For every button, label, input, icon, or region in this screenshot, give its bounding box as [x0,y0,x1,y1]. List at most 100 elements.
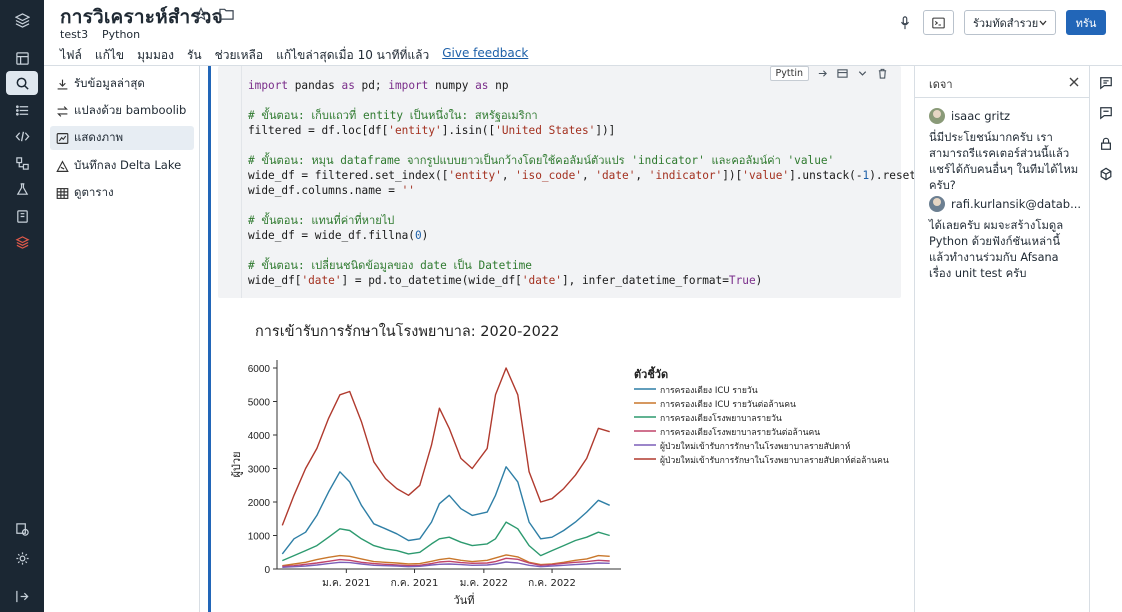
menu-help[interactable]: ช่วยเหลือ [215,46,264,65]
code-token: 0 [414,229,422,242]
code-token: 'value' [742,169,790,182]
pin-icon[interactable] [897,15,913,30]
give-feedback-link[interactable]: Give feedback [442,46,528,65]
menu-view[interactable]: มุมมอง [137,46,174,65]
code-token: pd; [354,79,389,92]
code-line: wide_df = filtered.set_index(['entity', … [248,168,969,183]
sidebar-item-label: แสดงภาพ [74,130,124,144]
sidebar-item-delta-lake[interactable]: บันทึกลง Delta Lake [50,154,194,178]
cell-layout-icon[interactable] [837,68,849,80]
code-token: 'entity' [448,169,502,182]
line-chart: การเข้ารับการรักษาในโรงพยาบาล: 2020-2022… [224,314,914,612]
legend-label: การครองเตียง ICU รายวันต่อล้านคน [660,399,796,410]
comment-author: isaac gritz [951,109,1011,123]
code-token: pandas [288,79,342,92]
code-token: as [475,79,489,92]
y-tick-label: 3000 [248,465,271,476]
data-sidebar: รับข้อมูลล่าสุด แปลงด้วย bamboolib แสดงภ… [44,66,200,612]
x-tick-label: ม.ค. 2022 [460,578,508,589]
y-tick-label: 5000 [248,398,271,409]
variables-icon[interactable] [1099,167,1115,183]
sidebar-item-bamboolib[interactable]: แปลงด้วย bamboolib [50,99,194,123]
cell-run-icon[interactable] [817,68,829,80]
code-editor[interactable]: import pandas as pd; import numpy as np #… [248,78,969,288]
series-line [281,367,610,526]
cell-language-badge[interactable]: Pyttin [769,66,809,81]
menu-edit[interactable]: แก้ไข [95,46,124,65]
code-token: # ขั้นตอน: หมุน dataframe จากรูปแบบยาวเป… [248,154,835,167]
table-icon [56,187,69,199]
code-token: 'entity' [388,124,442,137]
terminal-icon [932,17,945,28]
code-token: 'indicator' [648,169,723,182]
language-badge[interactable]: Python [102,27,140,42]
code-cell[interactable]: import pandas as pd; import numpy as np #… [218,66,969,298]
code-token: # ขั้นตอน: เปลี่ยนชนิดข้อมูลของ date เป็… [248,259,532,272]
notebook-app: การวิเคราะห์สำรวจ test3 Python ไฟล์ แก้ไ… [0,0,1122,612]
code-token: as [341,79,355,92]
code-icon[interactable] [8,124,36,148]
last-edit-link[interactable]: แก้ไขล่าสุดเมื่อ 10 นาทีที่แล้ว [276,46,429,65]
code-token: ])] [595,124,616,137]
experiment-icon[interactable] [8,177,36,201]
menu-file[interactable]: ไฟล์ [60,46,82,65]
sidebar-item-label: ดูตาราง [74,185,114,199]
comment-item[interactable]: isaac gritz นี่มีประโยชน์มากครับ เราสามา… [929,108,1081,194]
delta-sharing-icon[interactable] [8,230,36,254]
code-line: wide_df.columns.name = '' [248,183,969,198]
search-icon[interactable] [6,71,38,95]
terminal-button[interactable] [923,10,954,35]
comments-title: เดจา [929,78,953,91]
legend-label: การครองเตียงโรงพยาบาลรายวัน [660,413,782,424]
code-token: # ขั้นตอน: แทนที่ค่าที่หายไป [248,214,395,227]
code-line: # ขั้นตอน: เก็บแถวที่ entity เป็นหนึ่งใน… [248,108,969,123]
code-token: wide_df = wide_df.fillna( [248,229,415,242]
data-icon[interactable] [8,204,36,228]
close-icon[interactable] [1068,73,1080,92]
cell-toolbar: Pyttin [769,66,889,81]
menu-run[interactable]: รัน [187,46,202,65]
sidebar-item-view-table[interactable]: ดูตาราง [50,181,194,205]
legend-label: การครองเตียงโรงพยาบาลรายวันต่อล้านคน [660,427,820,438]
settings-icon[interactable] [8,546,36,570]
sidebar-item-fetch-latest[interactable]: รับข้อมูลล่าสุด [50,72,194,96]
assistant-icon[interactable] [1099,106,1115,122]
comment-author-row: isaac gritz [929,108,1081,124]
code-token: 'United States' [495,124,596,137]
cluster-select[interactable]: รัวมทัดสำรวย [964,10,1056,35]
comments-icon[interactable] [1099,76,1115,92]
delete-cell-icon[interactable] [877,68,889,80]
code-token: '' [401,184,415,197]
code-token: ], infer_datetime_format= [561,274,729,287]
code-token: ].isin([ [441,124,496,137]
sidebar-item-visualize[interactable]: แสดงภาพ [50,126,194,150]
header-actions: รัวมทัดสำรวย ทรัน [897,10,1106,35]
cell-menu-chevron-icon[interactable] [857,68,869,80]
breadcrumb[interactable]: test3 [60,28,88,41]
list-icon[interactable] [8,98,36,122]
partner-connect-icon[interactable] [8,517,36,541]
code-token: , [581,169,596,182]
cluster-select-value: รัวมทัดสำรวย [973,16,1039,30]
collapse-sidebar-icon[interactable] [8,584,36,608]
y-tick-label: 4000 [248,431,271,442]
workspace-icon[interactable] [8,46,36,70]
comments-panel: เดจา isaac gritz นี่มีประโยชน์มากครับ เร… [914,66,1090,612]
workflow-icon[interactable] [8,151,36,175]
star-icon[interactable] [193,6,209,25]
code-token: import [388,79,429,92]
code-token: np [488,79,509,92]
lock-icon[interactable] [1099,137,1115,153]
code-token: True [728,274,756,287]
x-tick-label: ม.ค. 2021 [322,578,370,589]
download-icon [57,79,68,90]
run-button[interactable]: ทรัน [1066,10,1106,35]
workspace-logo-icon[interactable] [8,8,36,32]
code-token: 'date' [301,274,342,287]
comment-item[interactable]: rafi.kurlansik@datab... ได้เลยครับ ผมจะส… [929,196,1081,282]
cell-gutter [218,66,242,298]
code-token: ] = pd.to_datetime(wide_df[ [341,274,522,287]
code-token: 'date' [595,169,636,182]
folder-icon[interactable] [219,6,234,25]
